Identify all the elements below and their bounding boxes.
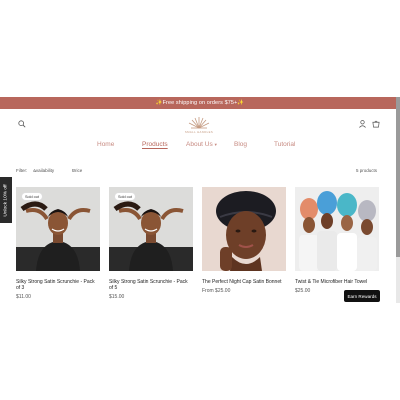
product-card[interactable]: Sold out Silky Strong Satin Scrunchie - …: [16, 187, 100, 307]
product-title[interactable]: Silky Strong Satin Scrunchie - Pack of 3: [16, 279, 100, 291]
nav-about-us[interactable]: About Us▼: [186, 141, 218, 148]
top-blank-area: [0, 0, 400, 97]
main-nav: Home Products About Us▼ Blog Tutorial: [0, 141, 400, 153]
product-card[interactable]: Sold out Silky Strong Satin Scrunchie - …: [109, 187, 193, 307]
scrollbar-thumb[interactable]: [396, 97, 400, 257]
chevron-down-icon: ⌄: [33, 168, 37, 173]
announcement-text: ✨Free shipping on orders $75+✨: [155, 100, 245, 106]
filter-bar: Filter: Availability ⌄ Price ⌄ 5 product…: [0, 168, 400, 178]
discount-side-tab-label: Unlock 10% off: [3, 183, 9, 217]
product-price: $11.00: [16, 294, 31, 300]
cart-icon[interactable]: [371, 119, 381, 129]
product-image[interactable]: Sold out: [109, 187, 193, 271]
product-image[interactable]: [202, 187, 286, 271]
product-price: From $25.00: [202, 288, 231, 294]
product-card[interactable]: The Perfect Night Cap Satin Bonnet From …: [202, 187, 286, 307]
product-image[interactable]: [295, 187, 379, 271]
logo-text: SMALL HANDLES: [184, 130, 214, 134]
site-logo[interactable]: SMALL HANDLES: [182, 115, 216, 139]
sold-out-badge: Sold out: [114, 192, 136, 201]
announcement-bar: ✨Free shipping on orders $75+✨: [0, 97, 400, 109]
nav-about-us-label: About Us: [186, 141, 213, 148]
product-image[interactable]: Sold out: [16, 187, 100, 271]
product-card[interactable]: Twist & Tie Microfiber Hair Towel $25.00: [295, 187, 379, 307]
bottom-blank-area: [0, 303, 400, 400]
product-grid: Sold out Silky Strong Satin Scrunchie - …: [16, 187, 380, 307]
sold-out-badge: Sold out: [21, 192, 43, 201]
earn-rewards-button[interactable]: Earn Rewards: [344, 290, 380, 302]
product-price: $15.00: [109, 294, 125, 300]
filter-label: Filter:: [16, 168, 28, 173]
product-title[interactable]: The Perfect Night Cap Satin Bonnet: [202, 279, 286, 285]
site-header: SMALL HANDLES Home Products About Us▼ Bl…: [0, 109, 400, 169]
search-icon[interactable]: [17, 119, 27, 129]
account-icon[interactable]: [357, 119, 367, 129]
logo-icon: [188, 117, 210, 129]
product-title[interactable]: Silky Strong Satin Scrunchie - Pack of 5: [109, 279, 193, 291]
nav-blog[interactable]: Blog: [234, 141, 247, 148]
product-title[interactable]: Twist & Tie Microfiber Hair Towel: [295, 279, 379, 285]
chevron-down-icon: ▼: [213, 142, 218, 147]
nav-home[interactable]: Home: [97, 141, 114, 148]
chevron-down-icon: ⌄: [72, 168, 76, 173]
discount-side-tab[interactable]: Unlock 10% off: [0, 177, 12, 223]
nav-products[interactable]: Products: [142, 141, 168, 148]
nav-tutorial[interactable]: Tutorial: [274, 141, 295, 148]
product-count: 5 products: [356, 168, 378, 173]
